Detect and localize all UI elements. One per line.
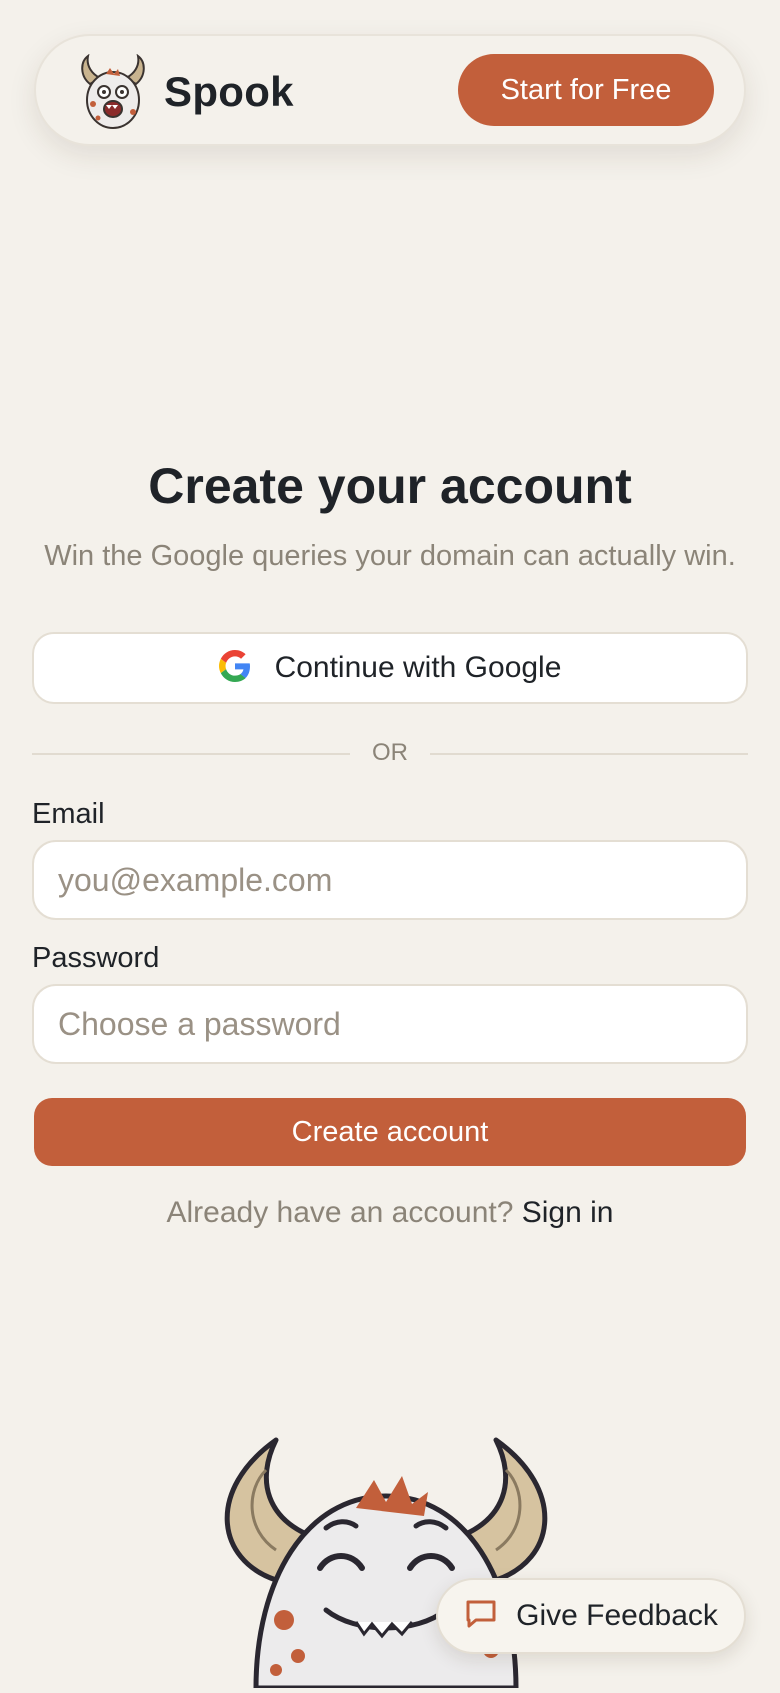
- continue-with-google-button[interactable]: Continue with Google: [32, 632, 748, 704]
- give-feedback-button[interactable]: Give Feedback: [436, 1578, 746, 1654]
- sign-in-link[interactable]: Sign in: [522, 1196, 614, 1229]
- signin-prompt-row: Already have an account? Sign in: [0, 1193, 780, 1233]
- password-label: Password: [32, 942, 160, 974]
- google-g-icon: [218, 649, 251, 687]
- google-button-label: Continue with Google: [274, 651, 562, 684]
- page-subtitle: Win the Google queries your domain can a…: [44, 540, 736, 572]
- page-title: Create your account: [148, 458, 632, 514]
- email-label: Email: [32, 798, 105, 830]
- or-divider: OR: [32, 736, 748, 770]
- give-feedback-label: Give Feedback: [516, 1599, 718, 1632]
- chat-bubble-icon: [464, 1598, 498, 1635]
- brand-name[interactable]: Spook: [164, 64, 294, 120]
- start-for-free-button[interactable]: Start for Free: [458, 54, 714, 126]
- password-field[interactable]: [32, 984, 748, 1064]
- top-nav-bar: Spook Start for Free: [34, 34, 746, 146]
- signin-prompt-text: Already have an account?: [166, 1196, 514, 1229]
- create-account-button[interactable]: Create account: [34, 1098, 746, 1166]
- spook-logo-icon[interactable]: [76, 53, 150, 130]
- email-field[interactable]: [32, 840, 748, 920]
- divider-line-right: [430, 753, 748, 755]
